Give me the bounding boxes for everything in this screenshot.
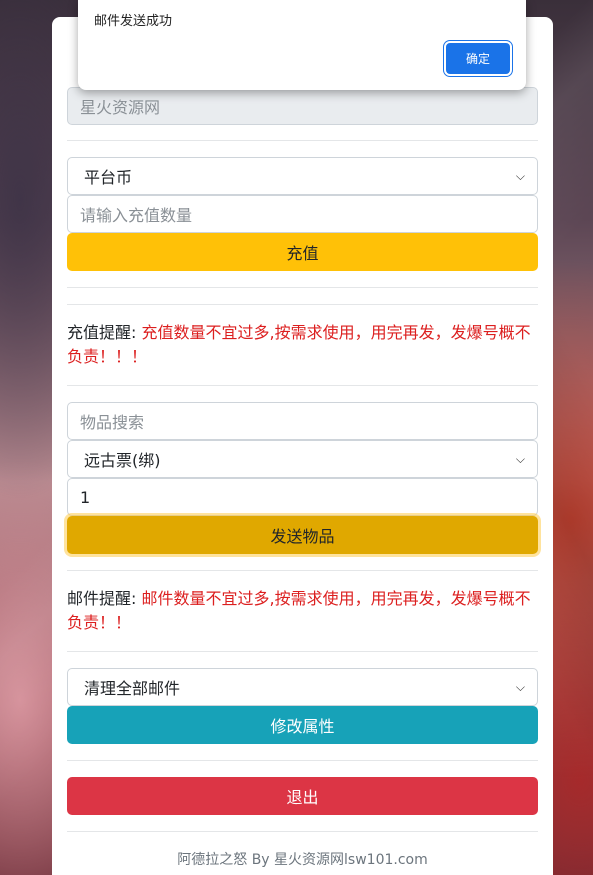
- logout-button[interactable]: 退出: [67, 777, 538, 815]
- modify-attributes-button[interactable]: 修改属性: [67, 706, 538, 744]
- send-item-button[interactable]: 发送物品: [67, 516, 538, 554]
- server-name-value: 星火资源网: [80, 98, 161, 117]
- divider: [67, 304, 538, 305]
- mail-action-select[interactable]: 清理全部邮件 ⌵: [67, 668, 538, 706]
- item-search-input[interactable]: 物品搜索: [67, 402, 538, 440]
- item-select[interactable]: 远古票(绑) ⌵: [67, 440, 538, 478]
- recharge-button[interactable]: 充值: [67, 233, 538, 271]
- send-item-button-label: 发送物品: [270, 527, 335, 546]
- footer-credit: 阿德拉之怒 By 星火资源网lsw101.com: [177, 852, 428, 868]
- recharge-button-label: 充值: [286, 244, 319, 263]
- currency-select-value: 平台币: [84, 168, 133, 187]
- divider: [67, 570, 538, 571]
- item-quantity-value: 1: [80, 487, 91, 507]
- alert-message: 邮件发送成功: [94, 13, 173, 28]
- recharge-amount-placeholder: 请输入充值数量: [80, 206, 193, 225]
- recharge-amount-input[interactable]: 请输入充值数量: [67, 195, 538, 233]
- mail-action-select-value: 清理全部邮件: [84, 679, 181, 698]
- item-quantity-input[interactable]: 1: [67, 478, 538, 516]
- divider: [67, 831, 538, 832]
- divider: [67, 287, 538, 288]
- divider: [67, 760, 538, 761]
- server-name-field: 星火资源网: [67, 87, 538, 125]
- mail-notice: 邮件提醒: 邮件数量不宜过多,按需求使用，用完再发，发爆号概不负责！！: [67, 587, 538, 635]
- recharge-notice-label: 充值提醒:: [67, 323, 142, 342]
- chevron-down-icon: ⌵: [515, 679, 525, 694]
- mail-notice-label: 邮件提醒:: [67, 589, 142, 608]
- item-select-value: 远古票(绑): [84, 451, 161, 470]
- currency-select[interactable]: 平台币 ⌵: [67, 157, 538, 195]
- chevron-down-icon: ⌵: [515, 168, 525, 183]
- divider: [67, 385, 538, 386]
- logout-button-label: 退出: [286, 788, 319, 807]
- recharge-notice: 充值提醒: 充值数量不宜过多,按需求使用，用完再发，发爆号概不负责！！！: [67, 321, 538, 369]
- main-panel: 星火资源网 平台币 ⌵ 请输入充值数量 充值 充值提醒: 充值数量不宜过多,按需…: [52, 17, 553, 875]
- chevron-down-icon: ⌵: [515, 451, 525, 466]
- alert-ok-button[interactable]: 确定: [446, 43, 510, 74]
- alert-dialog: 邮件发送成功 确定: [78, 0, 526, 90]
- modify-attributes-button-label: 修改属性: [270, 717, 335, 736]
- alert-ok-label: 确定: [465, 52, 490, 66]
- divider: [67, 140, 538, 141]
- divider: [67, 651, 538, 652]
- item-search-placeholder: 物品搜索: [80, 413, 145, 432]
